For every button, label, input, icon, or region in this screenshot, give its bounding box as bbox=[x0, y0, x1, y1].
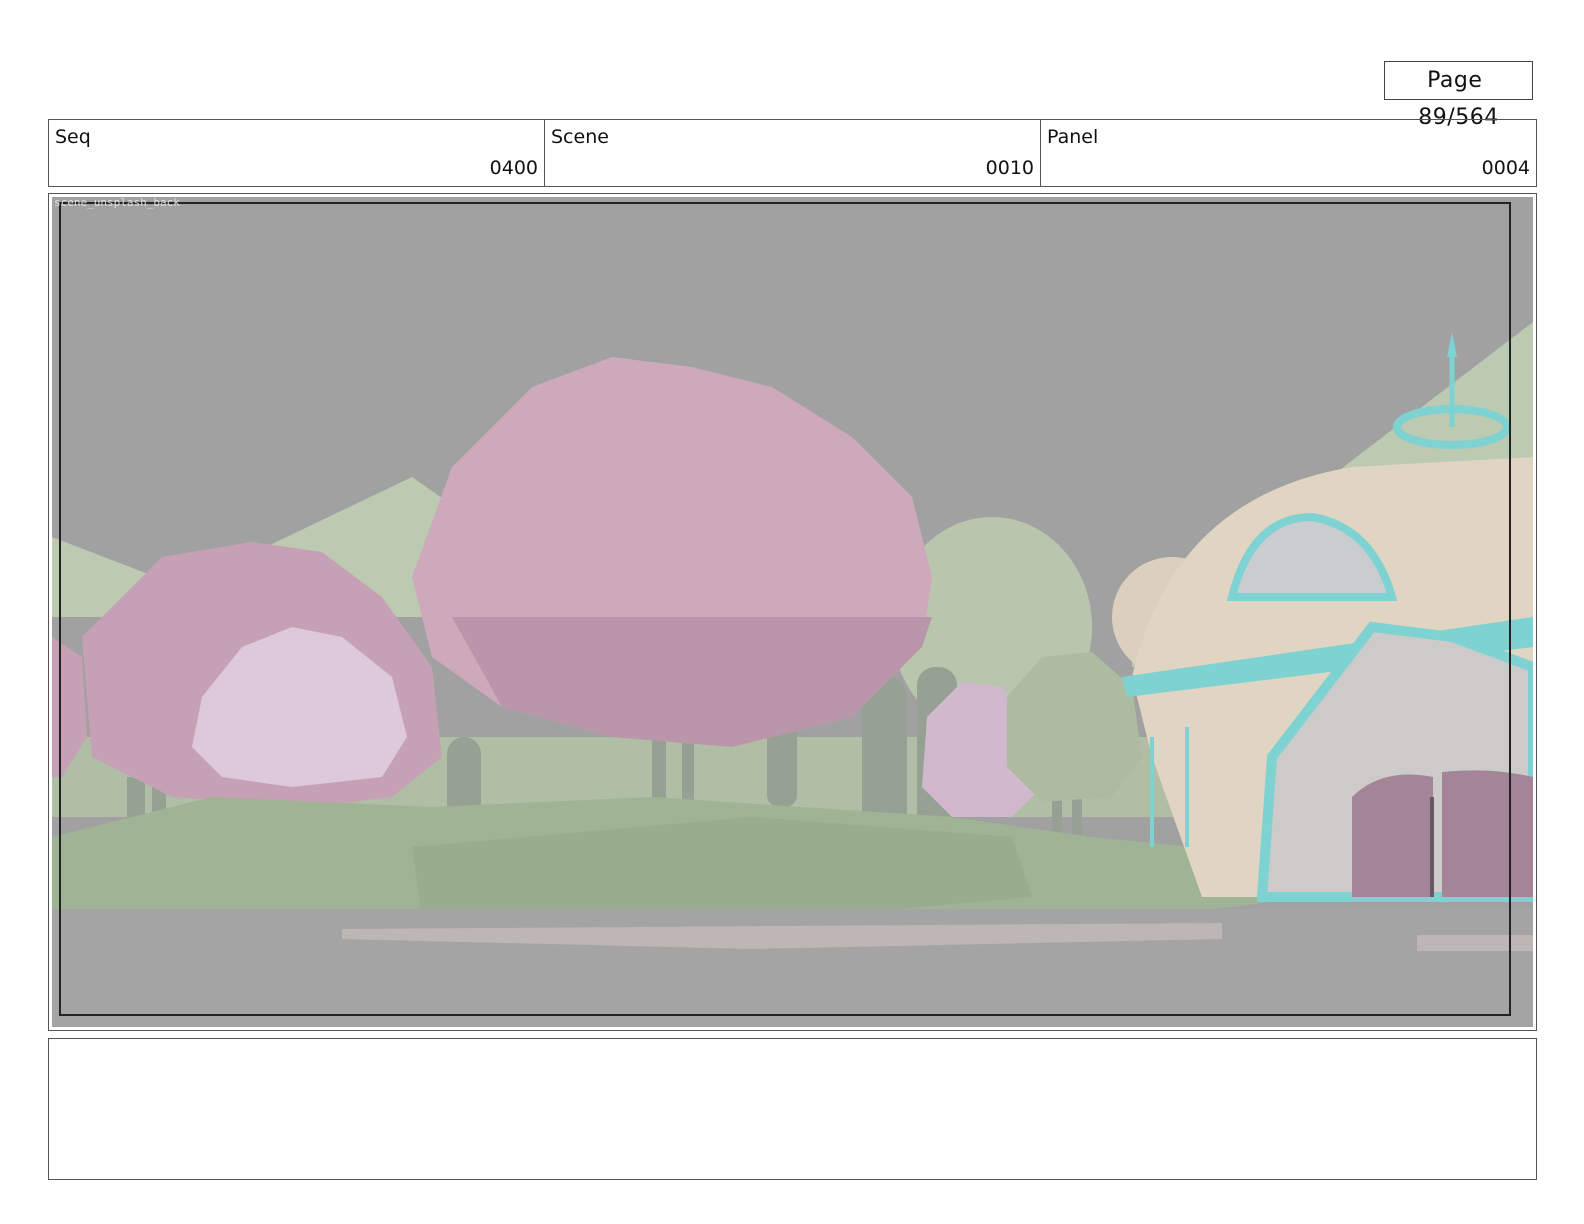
scene-illustration bbox=[52, 197, 1533, 1027]
fog-overlay bbox=[52, 197, 1533, 1027]
storyboard-panel: scene_unsplash_back bbox=[48, 193, 1537, 1031]
page-label: Page bbox=[1427, 68, 1483, 93]
panel-header: Seq 0400 Scene 0010 Panel 0004 bbox=[48, 119, 1537, 187]
panel-label: Panel bbox=[1047, 126, 1099, 148]
scene-value: 0010 bbox=[985, 157, 1034, 179]
panel-image: scene_unsplash_back bbox=[52, 196, 1533, 1027]
panel-notes bbox=[48, 1038, 1537, 1180]
seq-cell: Seq 0400 bbox=[49, 120, 545, 186]
scene-label: Scene bbox=[551, 126, 609, 148]
overlay-caption: scene_unsplash_back bbox=[54, 196, 180, 209]
scene-cell: Scene 0010 bbox=[545, 120, 1041, 186]
seq-label: Seq bbox=[55, 126, 91, 148]
page-number: Page 89/564 bbox=[1384, 61, 1533, 130]
panel-value: 0004 bbox=[1481, 157, 1530, 179]
panel-cell: Panel 0004 bbox=[1041, 120, 1536, 186]
seq-value: 0400 bbox=[489, 157, 538, 179]
